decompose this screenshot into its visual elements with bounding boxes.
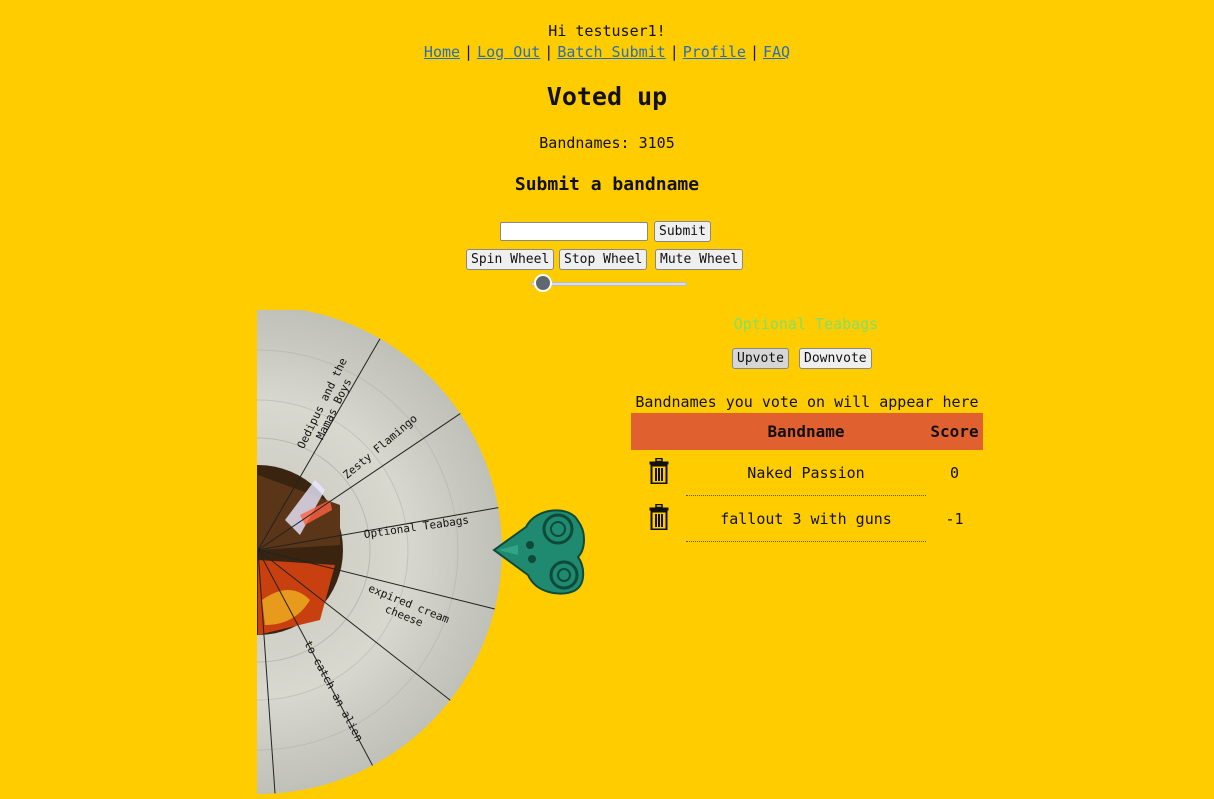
ram-skull-pointer-icon xyxy=(492,509,585,595)
delete-cell xyxy=(631,496,686,542)
trash-icon[interactable] xyxy=(649,457,669,488)
downvote-button[interactable]: Downvote xyxy=(799,348,872,369)
nav-home-link[interactable]: Home xyxy=(424,43,460,61)
page-title: Voted up xyxy=(546,82,668,111)
nav-separator: | xyxy=(669,43,679,61)
table-row: Naked Passion 0 xyxy=(631,450,983,496)
upvote-button[interactable]: Upvote xyxy=(732,348,789,369)
column-header-score: Score xyxy=(926,413,983,450)
nav-logout-link[interactable]: Log Out xyxy=(477,43,540,61)
nav-separator: | xyxy=(749,43,759,61)
nav-batch-submit-link[interactable]: Batch Submit xyxy=(557,43,665,61)
nav-separator: | xyxy=(544,43,554,61)
column-header-delete xyxy=(631,413,686,450)
bandname-cell: Naked Passion xyxy=(686,450,926,496)
bandname-cell: fallout 3 with guns xyxy=(686,495,926,542)
bandname-input[interactable] xyxy=(500,222,648,241)
nav-separator: | xyxy=(464,43,474,61)
prize-wheel[interactable]: Oedipus and theMamas BoysZesty FlamingoO… xyxy=(257,310,507,795)
table-row: fallout 3 with guns -1 xyxy=(631,495,983,542)
score-cell: -1 xyxy=(945,509,964,528)
current-bandname: Optional Teabags xyxy=(733,315,879,333)
nav-profile-link[interactable]: Profile xyxy=(683,43,746,61)
top-nav: Home | Log Out | Batch Submit | Profile | FAQ xyxy=(0,43,1214,61)
nav-faq-link[interactable]: FAQ xyxy=(763,43,790,61)
score-cell: 0 xyxy=(949,463,960,482)
submit-button[interactable]: Submit xyxy=(654,221,711,242)
submit-heading: Submit a bandname xyxy=(514,174,700,195)
vote-caption: Bandnames you vote on will appear here xyxy=(635,393,979,411)
delete-cell xyxy=(631,450,686,496)
table-header-row: Bandname Score xyxy=(631,413,983,450)
greeting: Hi testuser1! xyxy=(548,22,666,40)
trash-icon[interactable] xyxy=(649,503,669,534)
bandname-count: Bandnames: 3105 xyxy=(539,134,675,152)
votes-table: Bandname Score Naked Passion 0 fallout 3… xyxy=(631,413,983,542)
spin-wheel-button[interactable]: Spin Wheel xyxy=(466,249,555,270)
column-header-bandname: Bandname xyxy=(686,413,926,450)
volume-slider[interactable] xyxy=(531,282,687,286)
mute-wheel-button[interactable]: Mute Wheel xyxy=(655,249,744,270)
volume-slider-thumb[interactable] xyxy=(533,274,552,292)
stop-wheel-button[interactable]: Stop Wheel xyxy=(559,249,648,270)
